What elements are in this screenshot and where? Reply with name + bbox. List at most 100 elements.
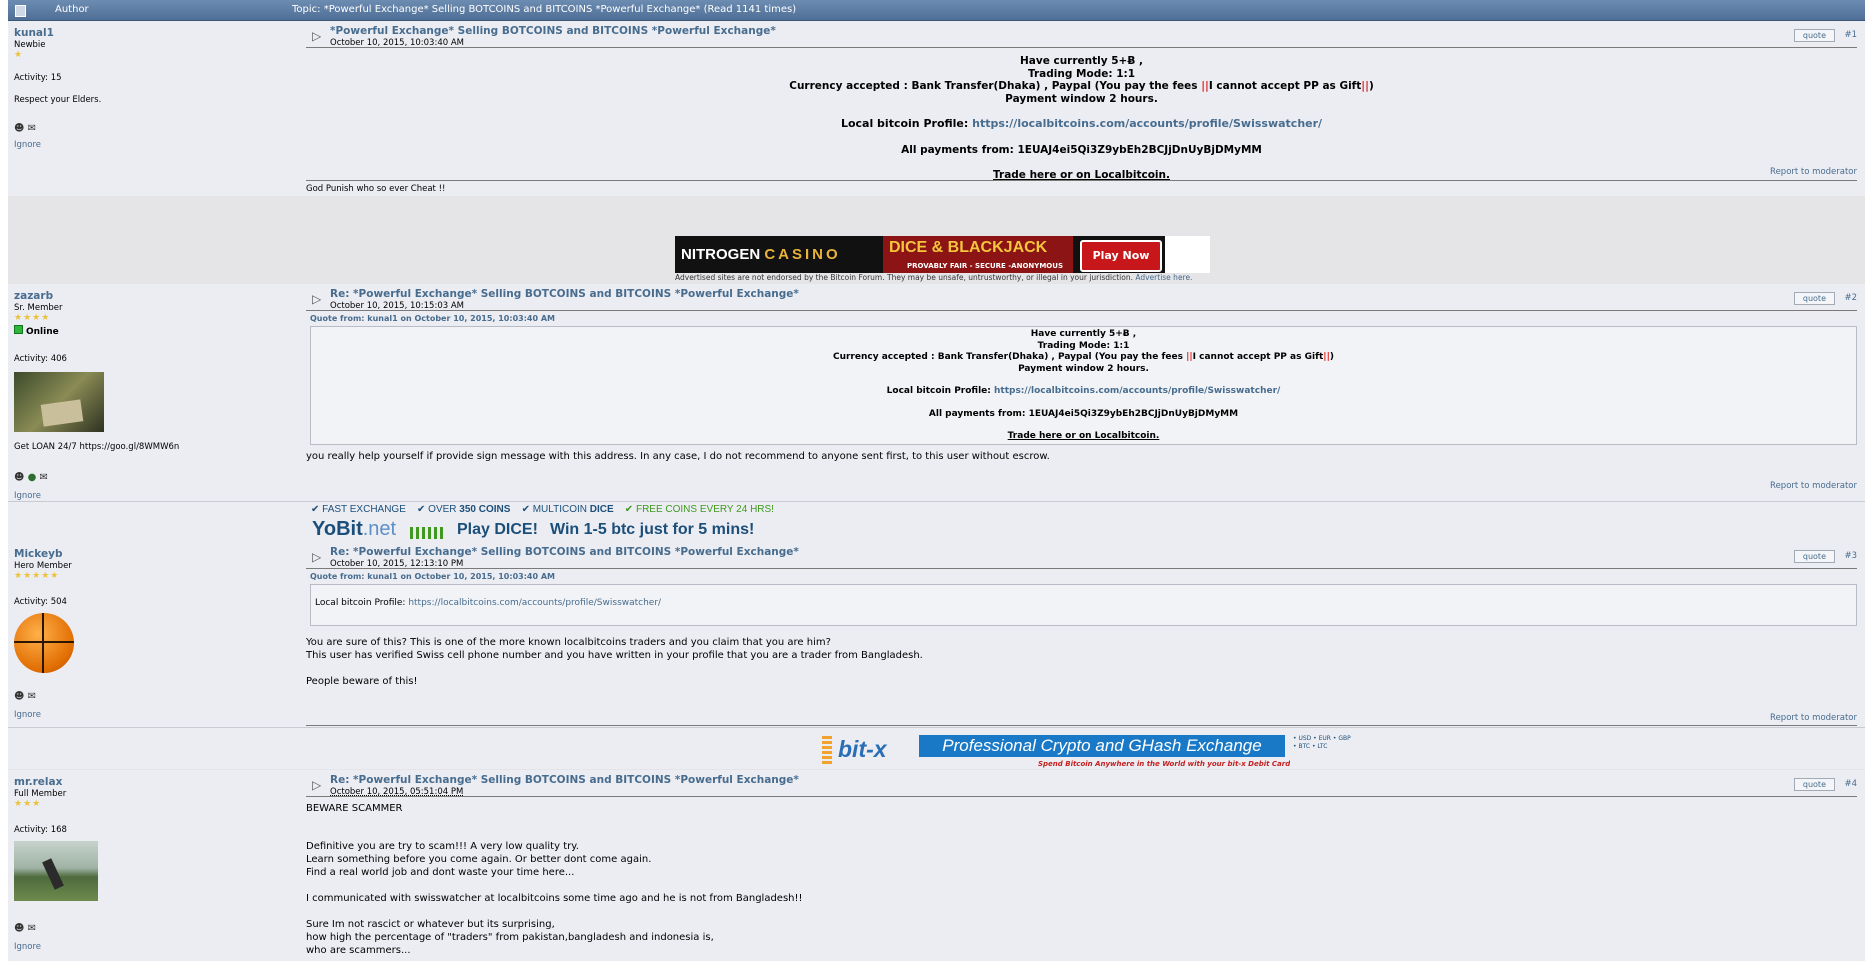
bitx-ad[interactable]: bit-x Professional Crypto and GHash Exch… — [8, 728, 1865, 769]
post-subject[interactable]: Re: *Powerful Exchange* Selling BOTCOINS… — [330, 288, 799, 300]
website-globe-icon[interactable]: ● — [28, 472, 37, 483]
yobit-logo: YoBit.net — [312, 518, 397, 540]
line-window: Payment window 2 hours. — [1005, 92, 1158, 105]
rank-stars: ★★★★★ — [14, 571, 60, 581]
poster-info: kunal1 Newbie ★ Activity: 15 Respect you… — [14, 27, 294, 150]
message-icon[interactable]: ✉ — [28, 691, 36, 702]
post-number[interactable]: #2 — [1844, 293, 1857, 303]
feature-fast: ✔ FAST EXCHANGE — [311, 504, 406, 515]
quote-profile-link[interactable]: https://localbitcoins.com/accounts/profi… — [408, 598, 661, 608]
ignore-link[interactable]: Ignore — [14, 140, 294, 150]
user-rank: Sr. Member — [14, 303, 63, 313]
profile-icons: ☻ ✉ — [14, 923, 294, 934]
post-content: ▷ *Powerful Exchange* Selling BOTCOINS a… — [306, 25, 1857, 194]
personal-text: Respect your Elders. — [14, 95, 102, 105]
profile-icons: ☻ ● ✉ — [14, 472, 294, 483]
poster-info: mr.relax Full Member ★★★ Activity: 168 ☻… — [14, 776, 294, 952]
feature-coins: ✔ OVER 350 COINS — [417, 504, 511, 515]
provably-fair-text: PROVABLY FAIR - SECURE -ANONYMOUS — [907, 262, 1063, 270]
message-icon[interactable]: ✉ — [28, 923, 36, 934]
left-strip — [0, 0, 8, 961]
bitx-currencies: • USD • EUR • GBP • BTC • LTC — [1293, 735, 1351, 750]
quote-trade-link[interactable]: Trade here or on Localbitcoin. — [311, 431, 1856, 443]
line-profile: Local bitcoin Profile: https://localbitc… — [840, 117, 1323, 130]
bitx-logo-icon — [822, 736, 832, 764]
casino-banner[interactable]: NITROGEN CASINO DICE & BLACKJACK PROVABL… — [675, 236, 1210, 273]
dice-blackjack-text: DICE & BLACKJACK — [889, 239, 1048, 256]
post-icon: ▷ — [312, 29, 322, 43]
ignore-link[interactable]: Ignore — [14, 710, 294, 720]
post-content: ▷ Re: *Powerful Exchange* Selling BOTCOI… — [306, 288, 1857, 491]
report-link[interactable]: Report to moderator — [1770, 481, 1857, 491]
user-activity: Activity: 15 — [14, 73, 62, 83]
topic-header-bar: Author Topic: *Powerful Exchange* Sellin… — [8, 0, 1865, 21]
bitx-spend-text: Spend Bitcoin Anywhere in the World with… — [1038, 760, 1291, 768]
quote-profile-link[interactable]: https://localbitcoins.com/accounts/profi… — [994, 386, 1280, 396]
quote-line-payments: All payments from: 1EUAJ4ei5Qi3Z9ybEh2BC… — [928, 408, 1239, 419]
quote-header[interactable]: Quote from: kunal1 on October 10, 2015, … — [310, 314, 1857, 323]
username[interactable]: kunal1 — [14, 27, 294, 39]
ignore-link[interactable]: Ignore — [14, 491, 294, 501]
quote-button[interactable]: quote — [1793, 292, 1835, 305]
profile-icons: ☻ ✉ — [14, 123, 294, 134]
user-activity: Activity: 504 — [14, 597, 67, 607]
username[interactable]: mr.relax — [14, 776, 294, 788]
user-rank: Newbie — [14, 40, 46, 50]
bitx-logo: bit-x — [838, 736, 887, 762]
quote-button[interactable]: quote — [1793, 550, 1835, 563]
profile-icon[interactable]: ☻ — [14, 123, 24, 134]
username[interactable]: zazarb — [14, 290, 294, 302]
avatar — [14, 613, 74, 673]
quote-line-stock: Have currently 5+Ƀ , — [1030, 329, 1137, 339]
post-body: you really help yourself if provide sign… — [306, 451, 1050, 462]
signature: God Punish who so ever Cheat !! — [306, 184, 446, 194]
message-icon[interactable]: ✉ — [28, 123, 36, 134]
post-3: Mickeyb Hero Member ★★★★★ Activity: 504 … — [8, 542, 1865, 728]
username[interactable]: Mickeyb — [14, 548, 294, 560]
quote-button[interactable]: quote — [1793, 778, 1835, 791]
topic-title: Topic: *Powerful Exchange* Selling BOTCO… — [292, 4, 797, 15]
post-1: kunal1 Newbie ★ Activity: 15 Respect you… — [8, 21, 1865, 197]
advertise-link[interactable]: Advertise here. — [1135, 273, 1192, 282]
post-content: ▷ Re: *Powerful Exchange* Selling BOTCOI… — [306, 546, 1857, 726]
rank-stars: ★★★★ — [14, 313, 51, 323]
casino-ad-area: NITROGEN CASINO DICE & BLACKJACK PROVABL… — [8, 196, 1865, 284]
post-body: You are sure of this? This is one of the… — [306, 637, 923, 687]
poster-info: zazarb Sr. Member ★★★★ Online Activity: … — [14, 290, 294, 501]
profile-icon[interactable]: ☻ — [14, 472, 24, 483]
post-subject[interactable]: Re: *Powerful Exchange* Selling BOTCOINS… — [330, 774, 799, 786]
online-dot-icon — [14, 325, 23, 334]
post-icon: ▷ — [312, 292, 322, 306]
avatar — [14, 841, 98, 901]
ignore-link[interactable]: Ignore — [14, 942, 294, 952]
post-subject[interactable]: *Powerful Exchange* Selling BOTCOINS and… — [330, 25, 776, 37]
author-column-label: Author — [55, 4, 89, 15]
line-currency: Currency accepted : Bank Transfer(Dhaka)… — [789, 80, 1374, 92]
feature-free: ✔ FREE COINS EVERY 24 HRS! — [624, 504, 774, 515]
profile-link[interactable]: https://localbitcoins.com/accounts/profi… — [972, 117, 1322, 130]
message-icon[interactable]: ✉ — [40, 472, 48, 483]
profile-icons: ☻ ✉ — [14, 691, 294, 702]
report-link[interactable]: Report to moderator — [1770, 167, 1857, 177]
profile-icon[interactable]: ☻ — [14, 691, 24, 702]
profile-icon[interactable]: ☻ — [14, 923, 24, 934]
post-icon: ▷ — [312, 778, 322, 792]
casino-name: NITROGEN CASINO — [681, 246, 841, 263]
post-number[interactable]: #1 — [1844, 30, 1857, 40]
report-link[interactable]: Report to moderator — [1770, 713, 1857, 723]
yobit-ad[interactable]: ✔ FAST EXCHANGE ✔ OVER 350 COINS ✔ MULTI… — [8, 502, 1865, 542]
yobit-features: ✔ FAST EXCHANGE ✔ OVER 350 COINS ✔ MULTI… — [311, 504, 774, 515]
quote-button[interactable]: quote — [1793, 29, 1835, 42]
quote-header[interactable]: Quote from: kunal1 on October 10, 2015, … — [310, 572, 1857, 581]
line-stock: Have currently 5+Ƀ , — [1019, 55, 1144, 67]
post-subject[interactable]: Re: *Powerful Exchange* Selling BOTCOINS… — [330, 546, 799, 558]
chart-bars-icon — [410, 527, 446, 539]
user-rank: Hero Member — [14, 561, 72, 571]
post-number[interactable]: #3 — [1844, 551, 1857, 561]
play-now-button[interactable]: Play Now — [1080, 240, 1162, 272]
quote-line-window: Payment window 2 hours. — [1018, 363, 1149, 374]
line-payments: All payments from: 1EUAJ4ei5Qi3Z9ybEh2BC… — [901, 143, 1262, 156]
post-number[interactable]: #4 — [1844, 779, 1857, 789]
page-icon — [15, 5, 26, 17]
play-dice-text: Play DICE! — [457, 521, 538, 538]
